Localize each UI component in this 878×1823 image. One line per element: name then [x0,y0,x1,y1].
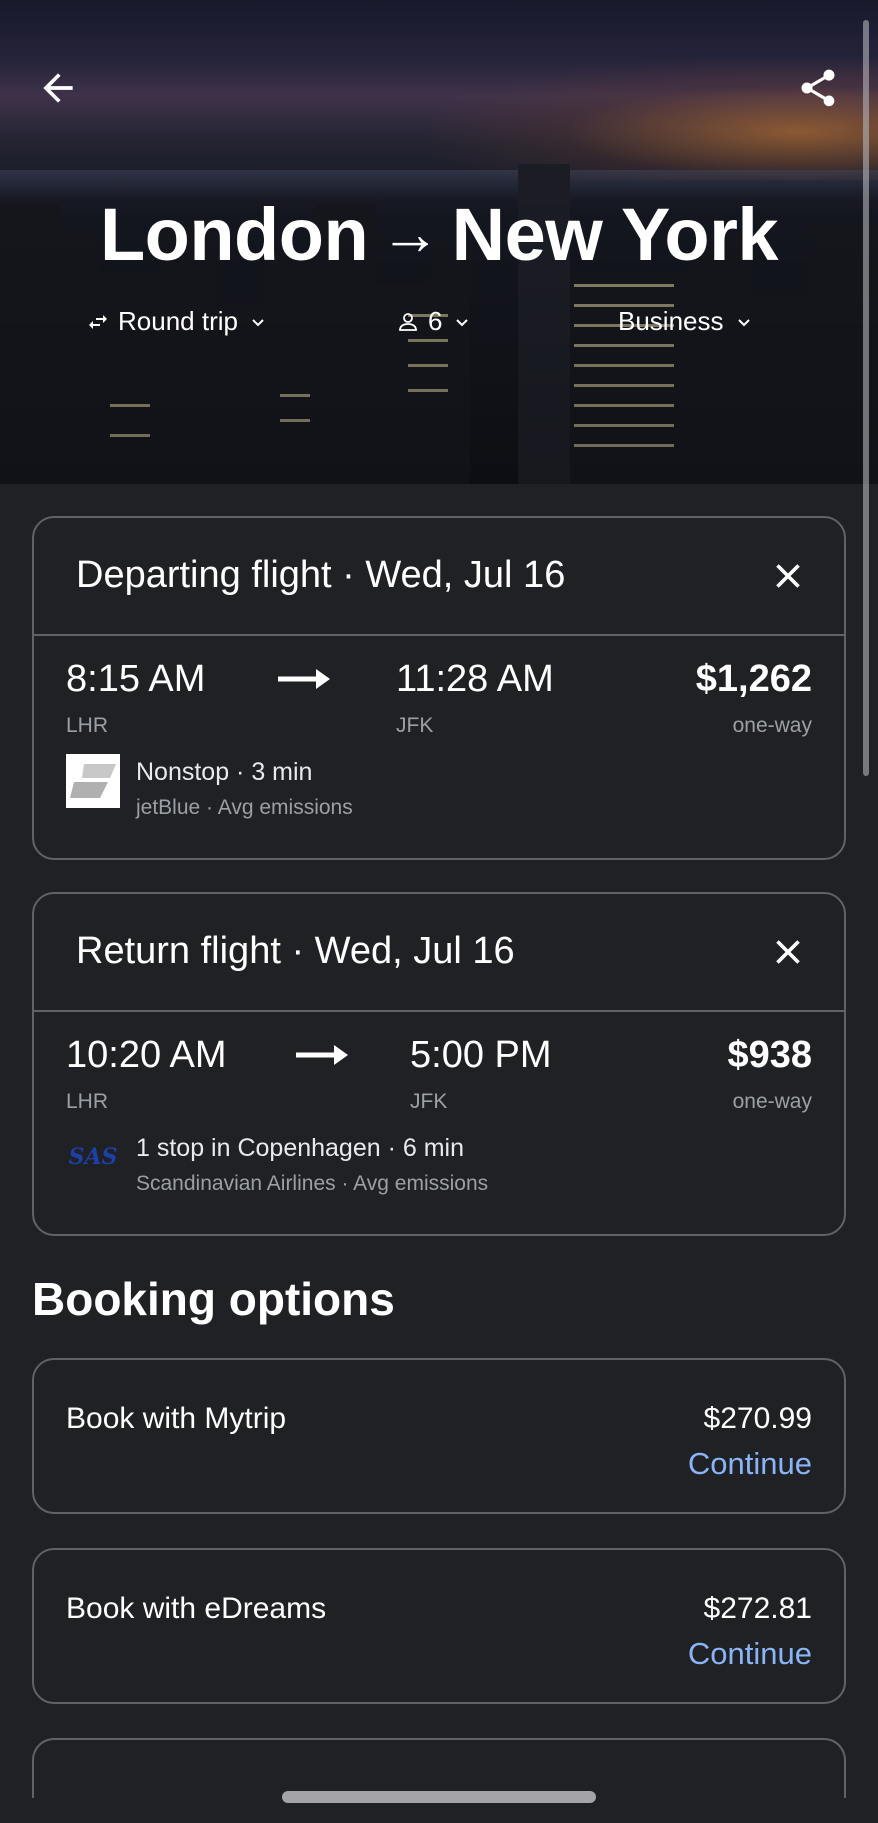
depart-airport: LHR [66,714,109,737]
booking-option-card-partial[interactable] [32,1738,846,1798]
close-icon [776,940,800,964]
airline-meta: Scandinavian Airlines · Avg emissions [136,1172,489,1195]
price-note: one-way [732,1090,812,1113]
sas-logo-icon: SAS [68,1144,118,1170]
back-button[interactable] [26,56,90,120]
flight-price: $938 [727,1034,812,1076]
departing-flight-card[interactable]: Departing flight · Wed, Jul 16 8:15 AM 1… [32,516,846,860]
price-note: one-way [732,714,812,737]
continue-link[interactable]: Continue [688,1446,812,1482]
booking-provider-label: Book with Mytrip [66,1402,287,1435]
arrive-time: 11:28 AM [396,658,554,700]
departing-card-body: 8:15 AM 11:28 AM LHR JFK $1,262 one-way … [34,636,844,856]
remove-departing-button[interactable] [762,550,814,602]
return-card-body: 10:20 AM 5:00 PM LHR JFK $938 one-way SA… [34,1012,844,1232]
share-icon [801,69,835,107]
chevron-down-icon [737,318,750,326]
arrow-right-icon [296,1045,348,1065]
trip-type-label: Round trip [118,306,238,336]
arrive-airport: JFK [396,714,434,737]
trip-options-bar: Round trip 6 Business [0,306,878,346]
departing-flight-title: Departing flight · Wed, Jul 16 [76,554,566,596]
jetblue-logo-icon [66,754,120,808]
cabin-class-selector[interactable]: Business [618,306,756,337]
depart-time: 10:20 AM [66,1034,227,1076]
home-indicator[interactable] [282,1791,596,1803]
return-card-header: Return flight · Wed, Jul 16 [34,894,844,1012]
arrive-airport: JFK [410,1090,448,1113]
arrive-time: 5:00 PM [410,1034,552,1076]
departing-card-header: Departing flight · Wed, Jul 16 [34,518,844,636]
arrow-right-icon [278,669,330,689]
scrollbar[interactable] [863,20,869,776]
return-flight-card[interactable]: Return flight · Wed, Jul 16 10:20 AM 5:0… [32,892,846,1236]
booking-options-heading: Booking options [32,1273,395,1325]
booking-option-card[interactable]: Book with Mytrip $270.99 Continue [32,1358,846,1514]
booking-price: $272.81 [703,1592,812,1625]
cabin-class-label: Business [618,306,724,336]
chevron-down-icon [252,318,264,326]
continue-link[interactable]: Continue [688,1636,812,1672]
booking-price: $270.99 [703,1402,812,1435]
close-icon [776,564,800,588]
depart-time: 8:15 AM [66,658,206,700]
stops-info: 1 stop in Copenhagen · 6 min [136,1134,464,1162]
return-flight-title: Return flight · Wed, Jul 16 [76,930,515,972]
remove-return-button[interactable] [762,926,814,978]
arrow-left-icon [43,73,73,103]
stops-info: Nonstop · 3 min [136,758,313,786]
booking-provider-label: Book with eDreams [66,1592,327,1625]
airline-meta: jetBlue · Avg emissions [136,796,353,819]
share-button[interactable] [786,56,850,120]
passenger-selector[interactable]: 6 [396,306,474,337]
booking-option-card[interactable]: Book with eDreams $272.81 Continue [32,1548,846,1704]
person-icon [399,312,417,331]
depart-airport: LHR [66,1090,109,1113]
flight-price: $1,262 [695,658,812,700]
destination-city: New York [451,193,779,276]
route-title: London → New York [0,192,878,277]
trip-type-selector[interactable]: Round trip [86,306,270,337]
swap-icon [89,314,107,329]
passenger-count: 6 [428,306,443,336]
route-arrow-icon: → [380,200,440,267]
origin-city: London [99,193,369,276]
chevron-down-icon [456,318,469,326]
